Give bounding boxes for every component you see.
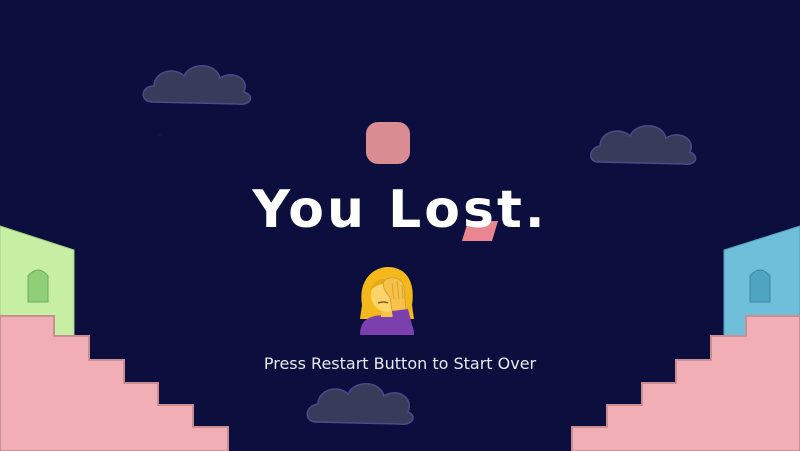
game-over-title: You Lost.	[252, 180, 548, 240]
left-house-door-icon	[27, 269, 49, 303]
right-house-door-icon	[749, 269, 771, 303]
restart-instruction: Press Restart Button to Start Over	[263, 354, 537, 373]
facepalm-woman-emoji-icon	[360, 267, 414, 335]
game-over-screen: You Lost. Press Restart Button to Start …	[0, 0, 800, 451]
left-stairs	[0, 315, 229, 451]
right-stairs	[571, 315, 800, 451]
